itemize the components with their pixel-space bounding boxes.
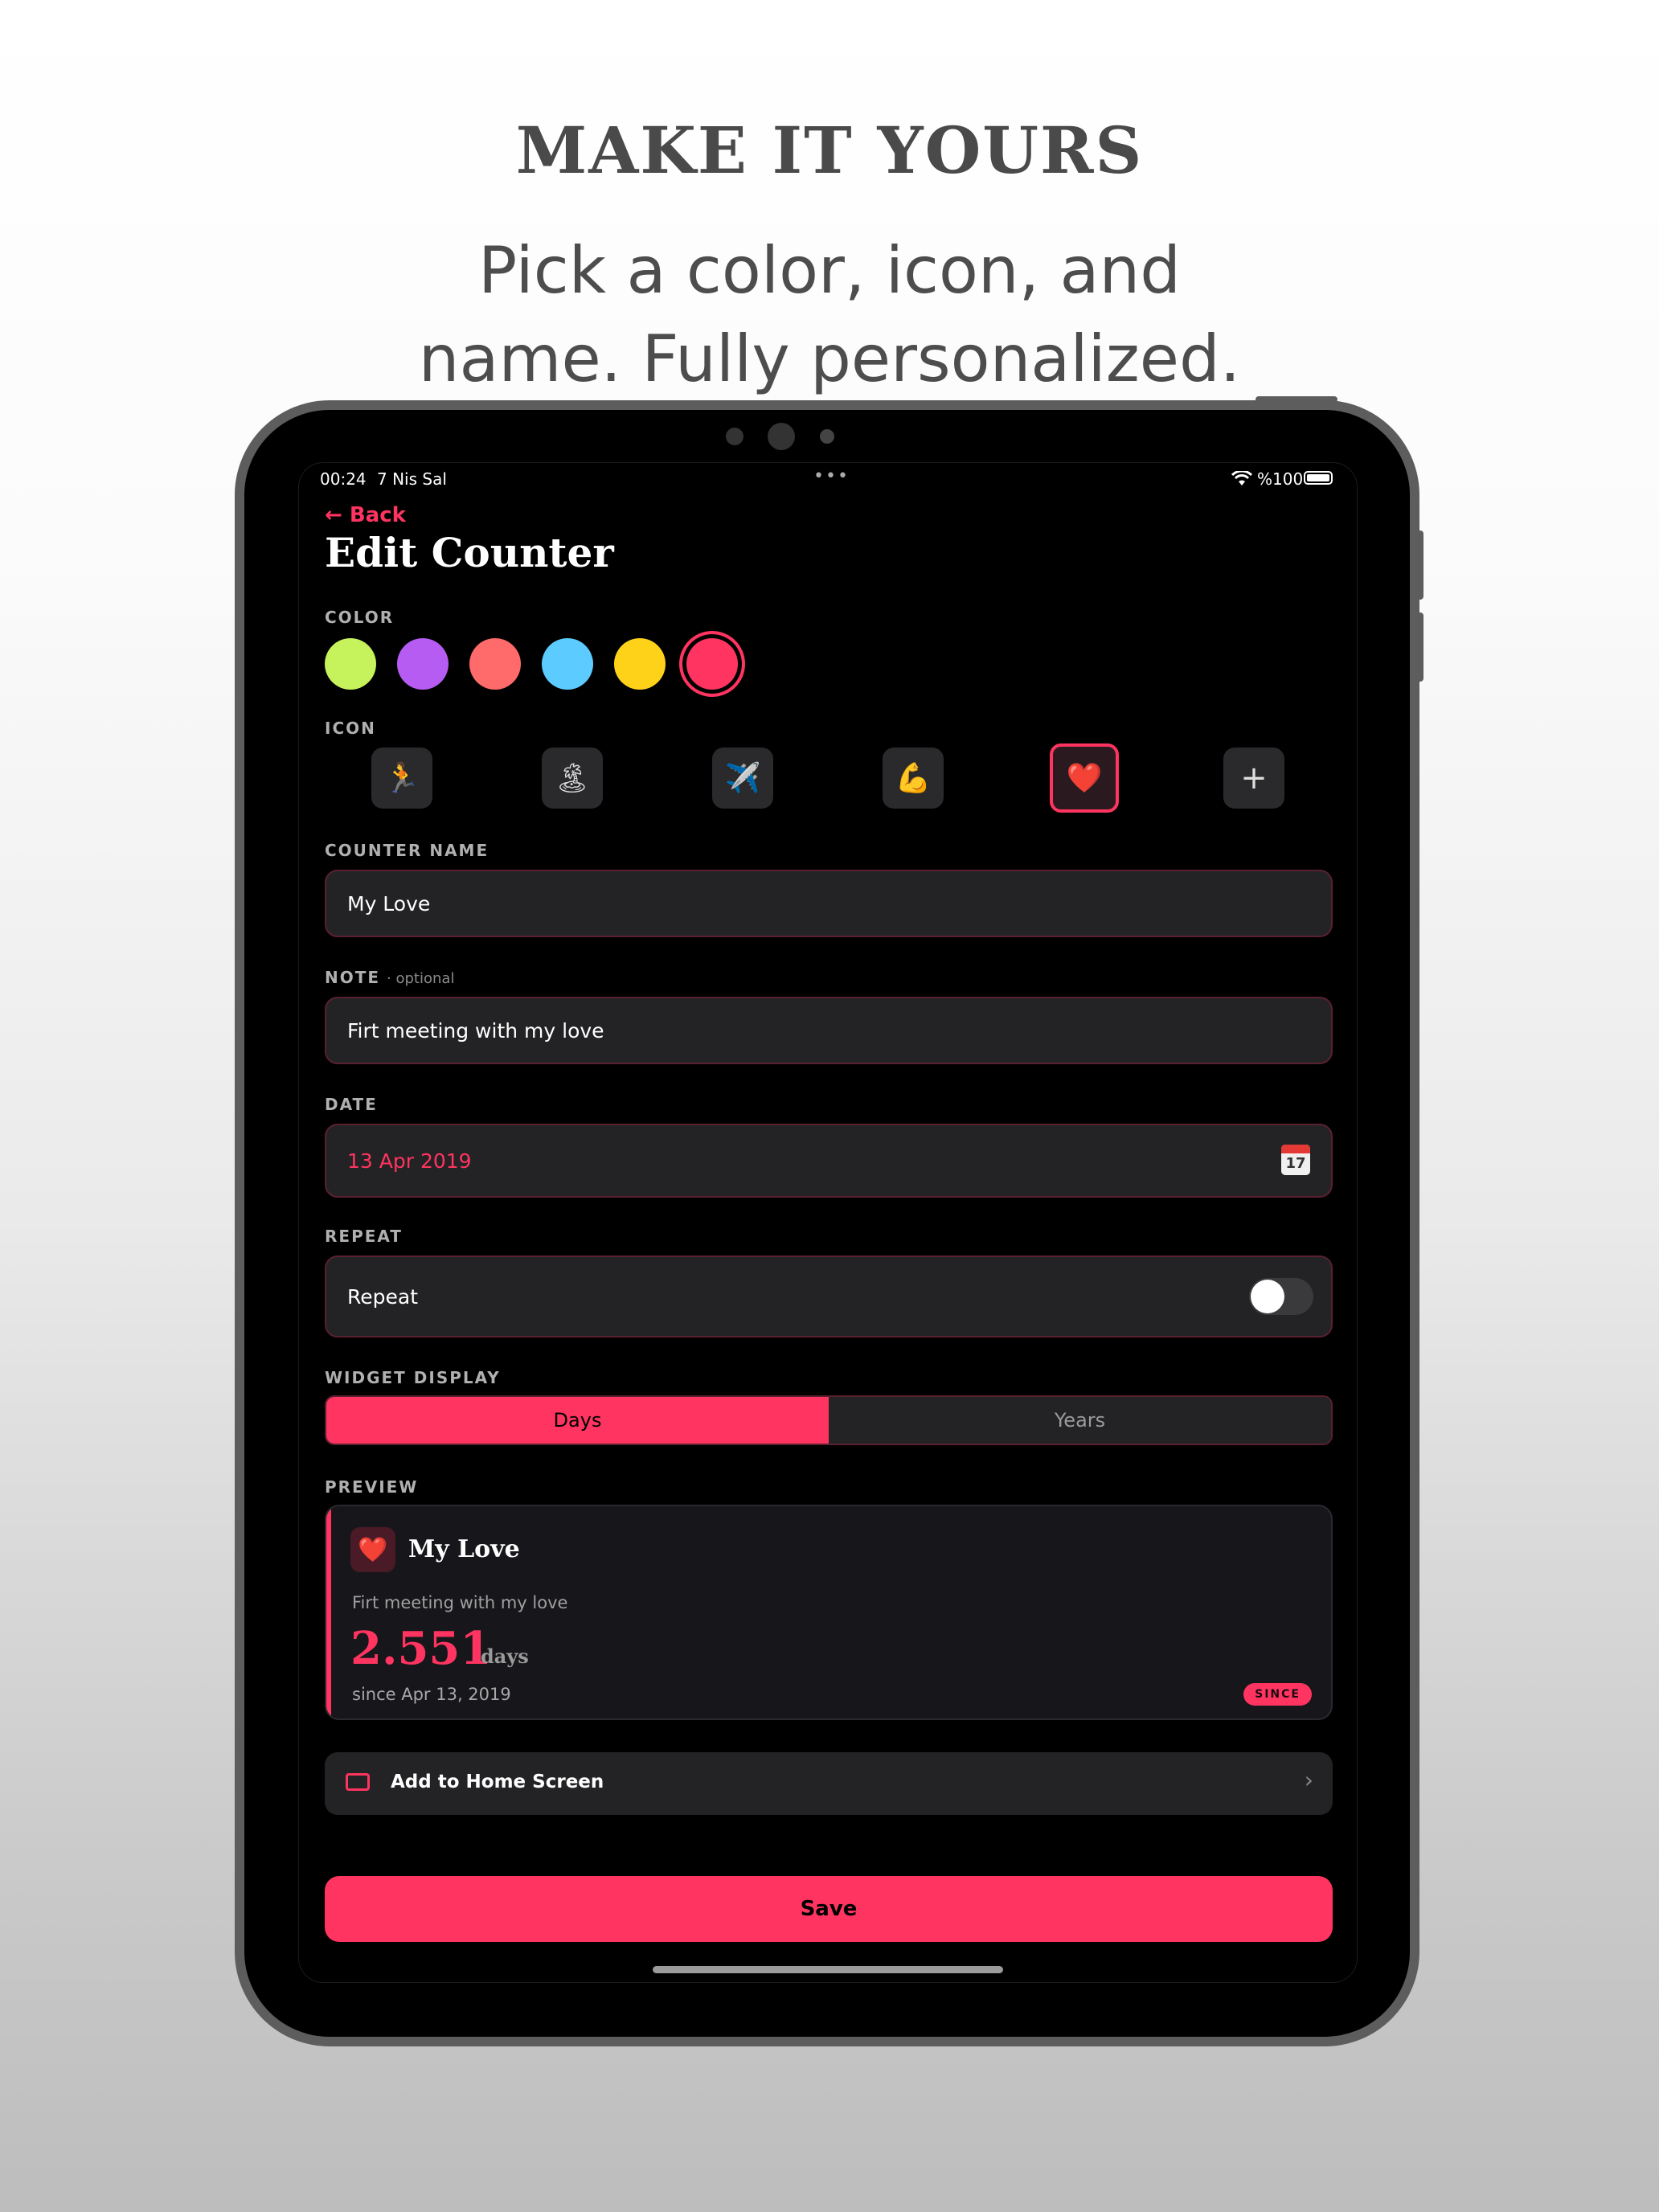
color-swatch-pink-selected[interactable] bbox=[686, 638, 738, 690]
save-button[interactable]: Save bbox=[325, 1876, 1333, 1942]
preview-accent-bar bbox=[326, 1506, 331, 1718]
camera-sensor bbox=[726, 428, 743, 445]
preview-unit: days bbox=[481, 1645, 529, 1668]
device-volume-up-button bbox=[1416, 530, 1423, 600]
add-to-home-screen-label: Add to Home Screen bbox=[391, 1772, 604, 1792]
device-top-button bbox=[1256, 396, 1337, 403]
wifi-icon bbox=[1231, 471, 1252, 485]
preview-heart-icon: ❤️ bbox=[350, 1527, 395, 1572]
airplane-icon[interactable]: ✈️ bbox=[712, 748, 773, 809]
since-badge: SINCE bbox=[1243, 1683, 1312, 1706]
preview-since-date: since Apr 13, 2019 bbox=[352, 1685, 511, 1704]
note-field[interactable]: Firt meeting with my love bbox=[325, 997, 1333, 1064]
marketing-headline: MAKE IT YOURS bbox=[515, 113, 1144, 188]
status-time: 00:24 bbox=[320, 469, 367, 489]
color-section-label: COLOR bbox=[325, 608, 395, 627]
color-swatch-purple[interactable] bbox=[397, 638, 449, 690]
color-swatch-lime[interactable] bbox=[325, 638, 376, 690]
note-value: Firt meeting with my love bbox=[347, 1018, 604, 1043]
preview-name: My Love bbox=[408, 1535, 520, 1563]
note-optional-hint: · optional bbox=[387, 970, 455, 987]
counter-name-field[interactable]: My Love bbox=[325, 870, 1333, 937]
repeat-label: REPEAT bbox=[325, 1227, 403, 1246]
segment-years[interactable]: Years bbox=[829, 1397, 1331, 1444]
preview-count: 2.551 bbox=[350, 1622, 492, 1675]
repeat-toggle[interactable] bbox=[1249, 1278, 1313, 1315]
date-label: DATE bbox=[325, 1095, 378, 1114]
color-swatch-coral[interactable] bbox=[469, 638, 521, 690]
subline-1: Pick a color, icon, and bbox=[478, 233, 1181, 308]
note-label-text: NOTE bbox=[325, 968, 381, 987]
widget-preview-card: ❤️ My Love Firt meeting with my love 2.5… bbox=[325, 1505, 1333, 1720]
add-icon-button[interactable]: + bbox=[1223, 748, 1284, 809]
preview-label: PREVIEW bbox=[325, 1477, 419, 1497]
marketing-subheadline: Pick a color, icon, and name. Fully pers… bbox=[0, 227, 1659, 403]
multitasking-dots-icon[interactable]: ••• bbox=[813, 466, 850, 486]
page-title: Edit Counter bbox=[325, 529, 614, 576]
muscle-icon[interactable]: 💪 bbox=[883, 748, 944, 809]
icon-section-label: ICON bbox=[325, 719, 376, 738]
note-label: NOTE · optional bbox=[325, 968, 454, 987]
date-field[interactable]: 13 Apr 2019 17 bbox=[325, 1124, 1333, 1198]
repeat-row: Repeat bbox=[325, 1256, 1333, 1337]
island-icon[interactable]: 🏝 bbox=[542, 748, 603, 809]
chevron-right-icon: › bbox=[1304, 1767, 1313, 1793]
add-to-home-screen-button[interactable]: Add to Home Screen › bbox=[325, 1752, 1333, 1815]
widget-display-segmented-control: Days Years bbox=[325, 1395, 1333, 1445]
calendar-icon-day: 17 bbox=[1285, 1155, 1306, 1172]
date-value: 13 Apr 2019 bbox=[347, 1149, 472, 1173]
back-button[interactable]: ← Back bbox=[325, 503, 406, 527]
battery-percent: %100 bbox=[1257, 469, 1304, 489]
calendar-icon[interactable]: 17 bbox=[1281, 1145, 1310, 1175]
repeat-row-label: Repeat bbox=[347, 1284, 419, 1309]
subline-2: name. Fully personalized. bbox=[418, 322, 1241, 396]
counter-name-label: COUNTER NAME bbox=[325, 841, 490, 860]
widget-display-label: WIDGET DISPLAY bbox=[325, 1368, 501, 1387]
home-screen-widget-icon bbox=[346, 1773, 370, 1791]
preview-note: Firt meeting with my love bbox=[352, 1593, 568, 1612]
arrow-left-icon: ← bbox=[325, 503, 342, 527]
runner-icon[interactable]: 🏃 bbox=[371, 748, 432, 809]
device-volume-down-button bbox=[1416, 612, 1423, 682]
back-label: Back bbox=[349, 503, 406, 527]
camera-lens bbox=[820, 429, 834, 444]
counter-name-value: My Love bbox=[347, 891, 431, 916]
segment-days[interactable]: Days bbox=[326, 1397, 829, 1444]
home-indicator[interactable] bbox=[653, 1966, 1003, 1973]
heart-icon[interactable]: ❤️ bbox=[1050, 743, 1119, 813]
front-camera bbox=[768, 423, 795, 450]
color-swatch-yellow[interactable] bbox=[614, 638, 666, 690]
status-date: 7 Nis Sal bbox=[377, 469, 447, 489]
battery-icon bbox=[1304, 471, 1333, 485]
color-swatch-sky[interactable] bbox=[542, 638, 593, 690]
app-screen: 00:24 7 Nis Sal ••• %100 ← Back Edit Cou… bbox=[299, 463, 1357, 1982]
